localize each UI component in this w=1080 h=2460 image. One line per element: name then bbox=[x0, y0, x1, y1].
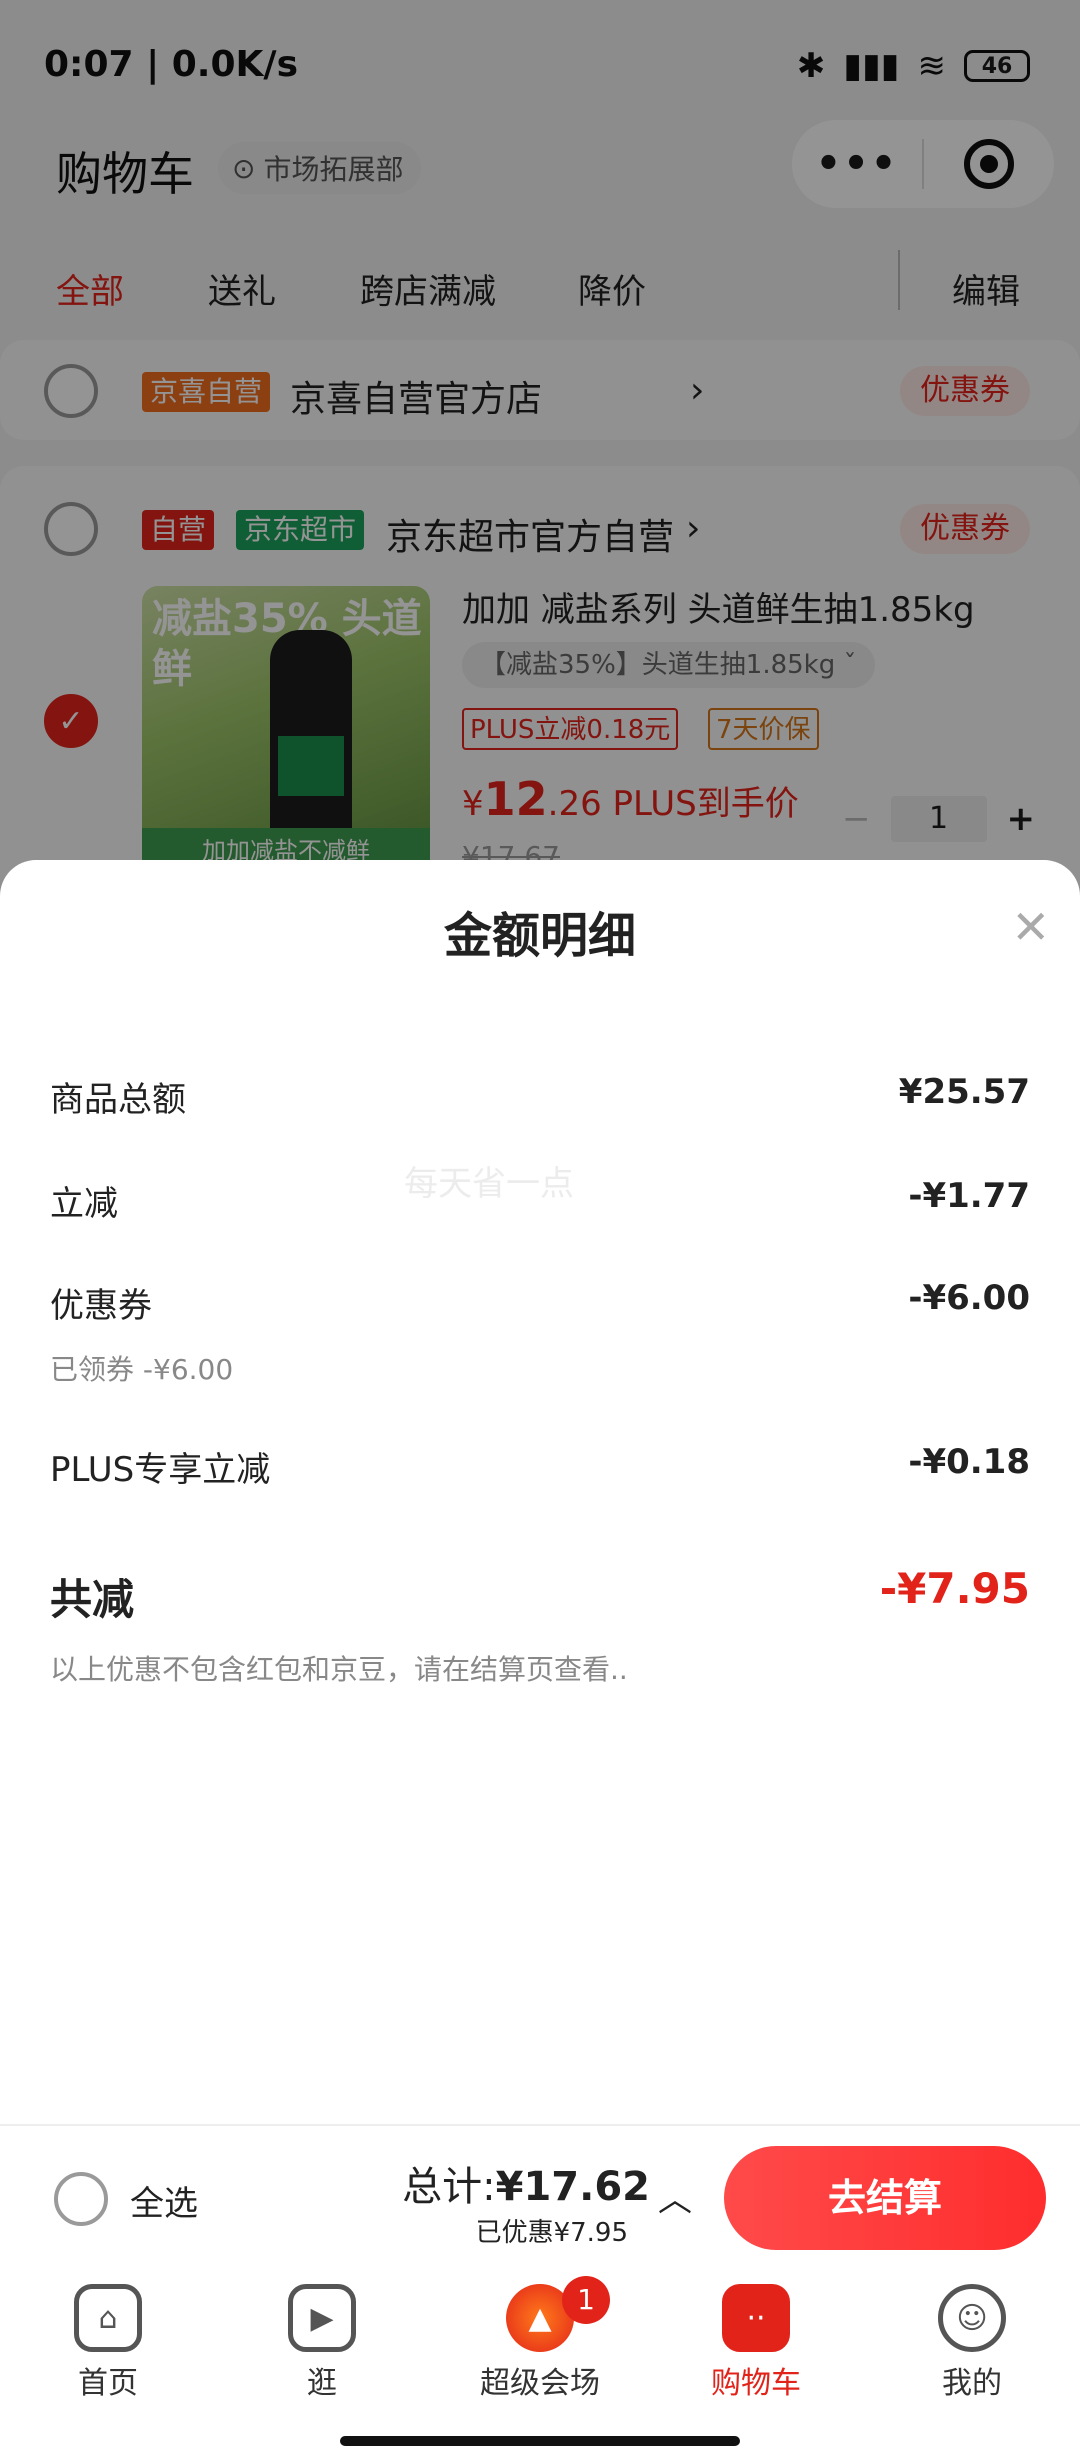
coupon-sub-detail: 已领券 -¥6.00 bbox=[50, 1353, 234, 1386]
close-icon[interactable]: ✕ bbox=[1011, 900, 1050, 954]
row-value-plus: -¥0.18 bbox=[908, 1442, 1030, 1482]
tab-label: 我的 bbox=[942, 2366, 1002, 2401]
tab-explore[interactable]: ▶ 逛 bbox=[222, 2284, 422, 2402]
notification-badge: 1 bbox=[562, 2276, 610, 2324]
smile-icon: ☺ bbox=[938, 2284, 1006, 2352]
watermark-text: 每天省一点 bbox=[404, 1164, 574, 1204]
row-value-discount: -¥1.77 bbox=[908, 1176, 1030, 1216]
tab-label: 首页 bbox=[78, 2366, 138, 2401]
play-icon: ▶ bbox=[288, 2284, 356, 2352]
total-prefix: 总计: bbox=[402, 2164, 496, 2210]
select-all-checkbox[interactable] bbox=[54, 2172, 108, 2226]
row-label-discount: 立减 bbox=[50, 1184, 118, 1224]
row-value-goods-total: ¥25.57 bbox=[898, 1072, 1030, 1112]
cart-icon: ·· bbox=[722, 2284, 790, 2352]
tab-super-venue[interactable]: ▲ 1 超级会场 bbox=[440, 2276, 640, 2402]
row-label-goods-total: 商品总额 bbox=[50, 1080, 186, 1120]
tab-label: 购物车 bbox=[711, 2366, 801, 2401]
sheet-title: 金额明细 bbox=[443, 908, 636, 964]
tab-label: 超级会场 bbox=[480, 2366, 600, 2401]
home-indicator[interactable] bbox=[340, 2436, 740, 2446]
bottom-tab-bar: ⌂ 首页 ▶ 逛 ▲ 1 超级会场 ·· 购物车 ☺ 我的 bbox=[0, 2264, 1080, 2460]
amount-detail-sheet: 金额明细 ✕ 每天省一点 商品总额 ¥25.57 立减 -¥1.77 优惠券 -… bbox=[0, 860, 1080, 2124]
total-discount-label: 共减 bbox=[50, 1575, 135, 1624]
checkout-button[interactable]: 去结算 bbox=[724, 2146, 1046, 2250]
row-label-coupon: 优惠券 bbox=[50, 1286, 152, 1326]
total-amount: ¥17.62 bbox=[495, 2164, 650, 2210]
row-label-plus: PLUS专享立减 bbox=[50, 1450, 271, 1490]
checkout-bar: 全选 总计:¥17.62 已优惠¥7.95 ︿ 去结算 bbox=[0, 2124, 1080, 2264]
chevron-up-icon[interactable]: ︿ bbox=[658, 2172, 692, 2221]
tab-home[interactable]: ⌂ 首页 bbox=[8, 2284, 208, 2402]
total-discount-value: -¥7.95 bbox=[879, 1564, 1030, 1613]
total-line: 总计:¥17.62 bbox=[402, 2154, 650, 2212]
tab-label: 逛 bbox=[307, 2366, 337, 2401]
home-icon: ⌂ bbox=[74, 2284, 142, 2352]
select-all-label[interactable]: 全选 bbox=[130, 2176, 198, 2225]
saved-amount: 已优惠¥7.95 bbox=[475, 2218, 628, 2248]
discount-note: 以上优惠不包含红包和京豆，请在结算页查看.. bbox=[50, 1653, 628, 1686]
tab-cart[interactable]: ·· 购物车 bbox=[656, 2284, 856, 2402]
row-value-coupon: -¥6.00 bbox=[908, 1278, 1030, 1318]
tab-mine[interactable]: ☺ 我的 bbox=[872, 2284, 1072, 2402]
